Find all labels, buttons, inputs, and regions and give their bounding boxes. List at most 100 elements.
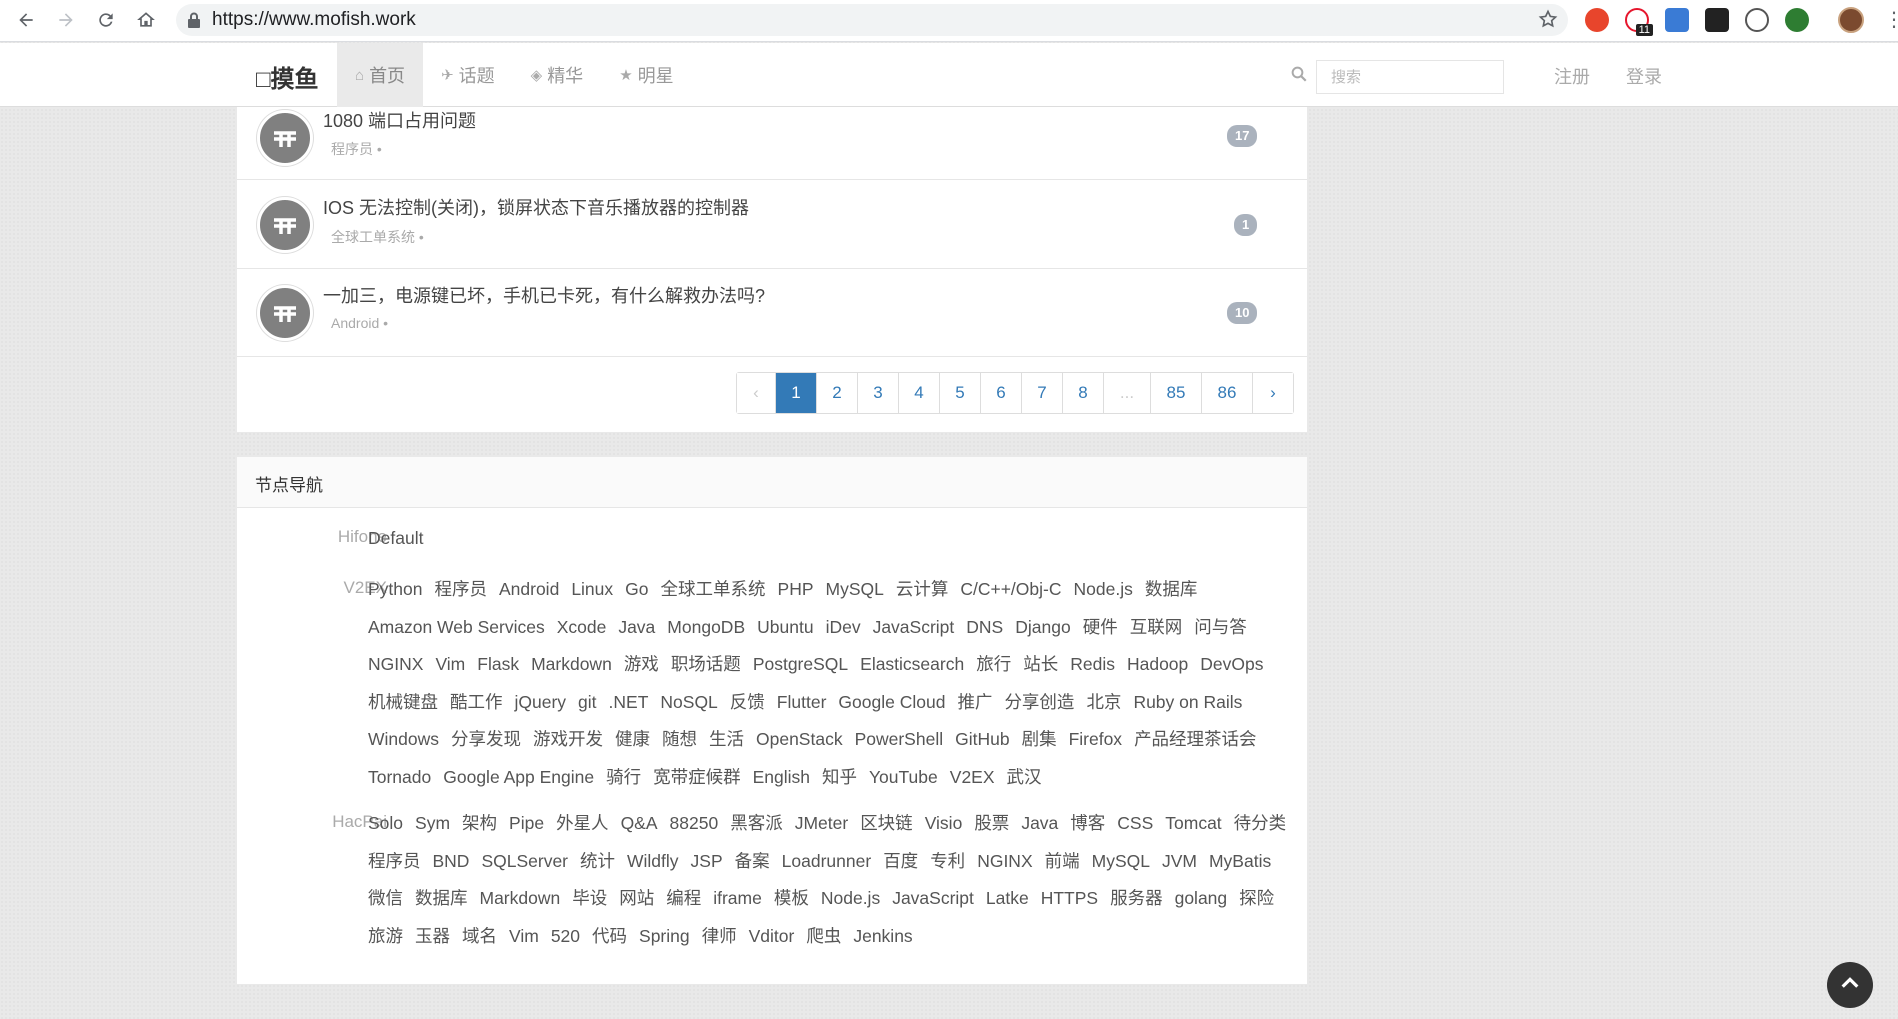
topic-row[interactable]: IOS 无法控制(关闭)，锁屏状态下音乐播放器的控制器 全球工单系统 • 1 xyxy=(237,181,1307,269)
node-link[interactable]: Node.js xyxy=(821,887,880,925)
node-link[interactable]: 编程 xyxy=(666,887,701,925)
page-8[interactable]: 8 xyxy=(1063,373,1104,413)
node-link[interactable]: NoSQL xyxy=(660,691,717,729)
node-link[interactable]: 分享发现 xyxy=(451,728,521,766)
node-link[interactable]: 区块链 xyxy=(860,812,913,850)
node-link[interactable]: Markdown xyxy=(531,653,612,691)
topic-title[interactable]: IOS 无法控制(关闭)，锁屏状态下音乐播放器的控制器 xyxy=(323,194,749,220)
node-link[interactable]: Go xyxy=(625,578,648,616)
node-link[interactable]: JMeter xyxy=(795,812,848,850)
node-link[interactable]: 代码 xyxy=(592,925,627,963)
node-link[interactable]: PowerShell xyxy=(855,728,944,766)
home-page-icon[interactable] xyxy=(126,0,166,40)
topic-node[interactable]: 程序员 • xyxy=(331,139,382,159)
node-link[interactable]: Django xyxy=(1015,616,1070,654)
node-link[interactable]: MongoDB xyxy=(667,616,745,654)
node-link[interactable]: 统计 xyxy=(580,850,615,888)
node-link[interactable]: Sym xyxy=(415,812,450,850)
topic-node[interactable]: 全球工单系统 • xyxy=(331,227,424,247)
node-link[interactable]: 站长 xyxy=(1023,653,1058,691)
node-link[interactable]: V2EX xyxy=(950,766,995,804)
node-link[interactable]: Tomcat xyxy=(1165,812,1221,850)
node-link[interactable]: Vditor xyxy=(749,925,795,963)
node-link[interactable]: 玉器 xyxy=(415,925,450,963)
page-1[interactable]: 1 xyxy=(776,373,817,413)
topic-title[interactable]: 1080 端口占用问题 xyxy=(323,107,476,133)
node-link[interactable]: 律师 xyxy=(702,925,737,963)
leaf-extension-icon[interactable] xyxy=(1785,8,1809,32)
node-link[interactable]: 服务器 xyxy=(1110,887,1163,925)
node-link[interactable]: Latke xyxy=(986,887,1029,925)
node-link[interactable]: git xyxy=(578,691,596,729)
node-link[interactable]: 互联网 xyxy=(1130,616,1183,654)
node-link[interactable]: Hadoop xyxy=(1127,653,1188,691)
node-link[interactable]: 知乎 xyxy=(822,766,857,804)
node-link[interactable]: 程序员 xyxy=(434,578,487,616)
node-link[interactable]: DevOps xyxy=(1200,653,1263,691)
node-link[interactable]: Jenkins xyxy=(853,925,912,963)
node-link[interactable]: Solo xyxy=(368,812,403,850)
node-link[interactable]: 爬虫 xyxy=(806,925,841,963)
profile-avatar[interactable] xyxy=(1838,7,1864,33)
node-link[interactable]: 旅游 xyxy=(368,925,403,963)
node-link[interactable]: 模板 xyxy=(774,887,809,925)
node-link[interactable]: jQuery xyxy=(515,691,567,729)
back-icon[interactable] xyxy=(6,0,46,40)
node-link[interactable]: 机械键盘 xyxy=(368,691,438,729)
node-link[interactable]: .NET xyxy=(609,691,649,729)
node-link[interactable]: GitHub xyxy=(955,728,1009,766)
node-link[interactable]: Linux xyxy=(571,578,613,616)
node-link[interactable]: 分享创造 xyxy=(1004,691,1074,729)
feed-extension-icon[interactable] xyxy=(1665,8,1689,32)
node-link[interactable]: Google Cloud xyxy=(838,691,945,729)
node-link[interactable]: golang xyxy=(1175,887,1228,925)
node-link[interactable]: NGINX xyxy=(977,850,1032,888)
node-link[interactable]: Elasticsearch xyxy=(860,653,964,691)
page-4[interactable]: 4 xyxy=(899,373,940,413)
node-link[interactable]: SQLServer xyxy=(481,850,568,888)
node-link[interactable]: Ruby on Rails xyxy=(1133,691,1242,729)
node-link[interactable]: Windows xyxy=(368,728,439,766)
node-link[interactable]: HTTPS xyxy=(1041,887,1098,925)
node-link[interactable]: Amazon Web Services xyxy=(368,616,545,654)
node-link[interactable]: Q&A xyxy=(621,812,658,850)
page-3[interactable]: 3 xyxy=(858,373,899,413)
node-link[interactable]: 88250 xyxy=(670,812,719,850)
node-link[interactable]: 博客 xyxy=(1070,812,1105,850)
node-link[interactable]: 健康 xyxy=(615,728,650,766)
avatar[interactable] xyxy=(257,110,313,166)
node-link[interactable]: 待分类 xyxy=(1234,812,1287,850)
topic-node[interactable]: Android • xyxy=(331,315,388,331)
node-link[interactable]: 北京 xyxy=(1086,691,1121,729)
node-link[interactable]: 外星人 xyxy=(556,812,609,850)
node-link[interactable]: JVM xyxy=(1162,850,1197,888)
node-link[interactable]: JavaScript xyxy=(892,887,974,925)
search-input[interactable] xyxy=(1316,60,1504,94)
node-link[interactable]: PostgreSQL xyxy=(753,653,848,691)
node-link[interactable]: C/C++/Obj-C xyxy=(960,578,1061,616)
node-link[interactable]: 骑行 xyxy=(606,766,641,804)
node-link[interactable]: Google App Engine xyxy=(443,766,594,804)
node-link[interactable]: 武汉 xyxy=(1007,766,1042,804)
browser-menu-icon[interactable]: ⋮ xyxy=(1884,10,1898,30)
node-link[interactable]: 硬件 xyxy=(1083,616,1118,654)
node-link[interactable]: 随想 xyxy=(662,728,697,766)
page-next[interactable]: › xyxy=(1253,373,1293,413)
node-link[interactable]: Vim xyxy=(509,925,539,963)
register-link[interactable]: 注册 xyxy=(1554,63,1590,89)
node-link[interactable]: Flutter xyxy=(777,691,827,729)
node-link[interactable]: Spring xyxy=(639,925,690,963)
node-link[interactable]: JSP xyxy=(691,850,723,888)
node-link[interactable]: 百度 xyxy=(883,850,918,888)
node-link[interactable]: YouTube xyxy=(869,766,938,804)
node-link[interactable]: CSS xyxy=(1117,812,1153,850)
node-link[interactable]: 职场话题 xyxy=(671,653,741,691)
node-link[interactable]: 酷工作 xyxy=(450,691,503,729)
login-link[interactable]: 登录 xyxy=(1626,63,1662,89)
node-link[interactable]: 旅行 xyxy=(976,653,1011,691)
node-link[interactable]: Flask xyxy=(477,653,519,691)
node-link[interactable]: 微信 xyxy=(368,887,403,925)
reload-icon[interactable] xyxy=(86,0,126,40)
node-link[interactable]: 520 xyxy=(551,925,580,963)
node-link[interactable]: Pipe xyxy=(509,812,544,850)
